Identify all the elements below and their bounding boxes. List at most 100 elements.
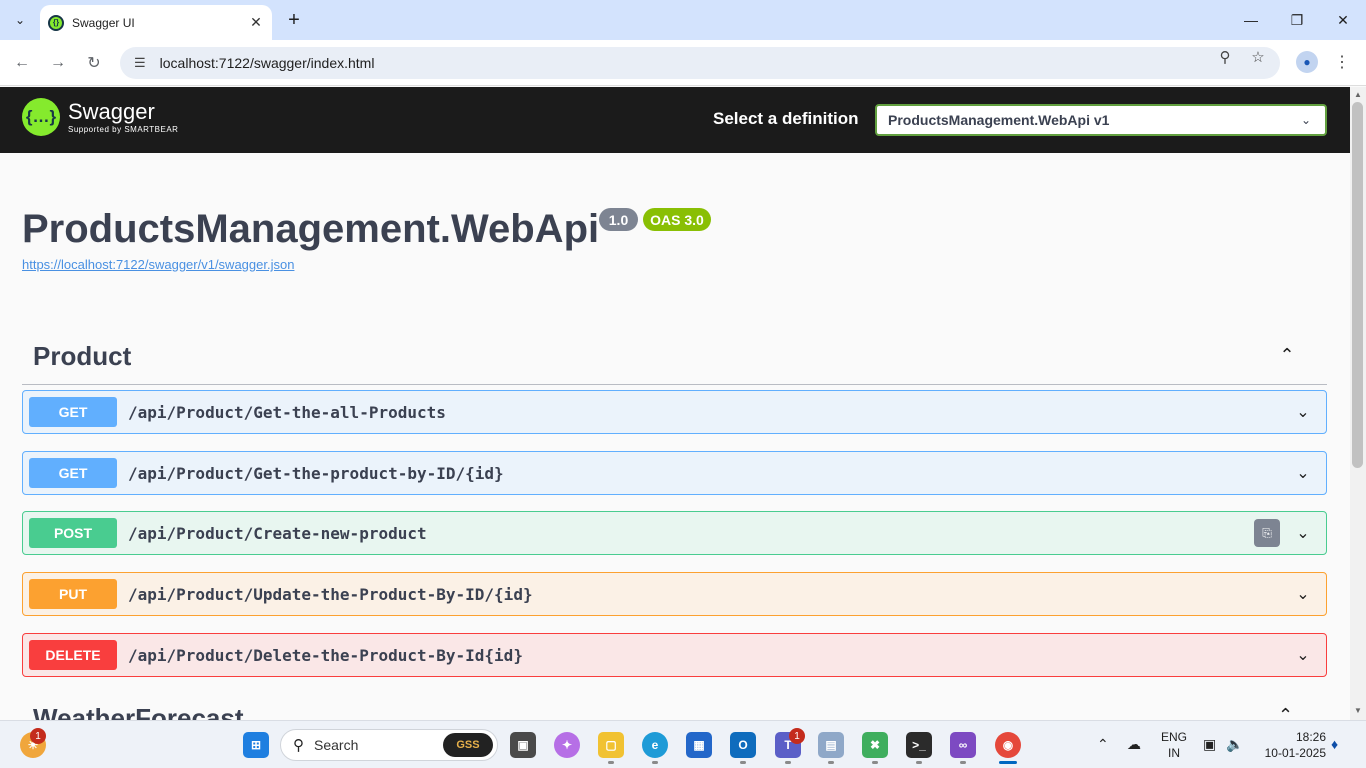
section-divider [22, 384, 1327, 385]
widgets-badge: 1 [30, 728, 46, 744]
taskbar-search[interactable]: ⚲ Search GSS [280, 729, 498, 761]
chevron-down-icon[interactable]: ⌄ [1288, 458, 1318, 488]
swagger-topbar: {…} Swagger Supported by SMARTBEAR Selec… [0, 87, 1350, 153]
file-explorer-icon[interactable]: ▢ [598, 732, 624, 758]
running-indicator [652, 761, 658, 764]
clock-time[interactable]: 18:26 [1258, 730, 1326, 744]
teams-badge: 1 [789, 728, 805, 744]
operation-update-product[interactable]: PUT /api/Product/Update-the-Product-By-I… [22, 572, 1327, 616]
method-badge: GET [29, 397, 117, 427]
method-badge: GET [29, 458, 117, 488]
operation-delete-product[interactable]: DELETE /api/Product/Delete-the-Product-B… [22, 633, 1327, 677]
input-region[interactable]: IN [1160, 746, 1188, 760]
microsoft-store-icon[interactable]: ▦ [686, 732, 712, 758]
method-badge: POST [29, 518, 117, 548]
windows-start-icon[interactable]: ⊞ [243, 732, 269, 758]
running-indicator [785, 761, 791, 764]
show-hidden-icons-chevron-icon[interactable]: ⌃ [1097, 736, 1109, 753]
swagger-logo-icon: {…} [22, 98, 60, 136]
back-button[interactable]: ← [10, 51, 34, 75]
chevron-down-icon: ⌄ [1300, 113, 1311, 127]
visual-studio-icon[interactable]: ∞ [950, 732, 976, 758]
browser-tab-strip: ⌄ {} Swagger UI ✕ + — ❐ ✕ [0, 0, 1366, 40]
api-title: ProductsManagement.WebApi [22, 207, 600, 251]
method-badge: PUT [29, 579, 117, 609]
running-indicator [828, 761, 834, 764]
operation-get-all-products[interactable]: GET /api/Product/Get-the-all-Products ⌄ [22, 390, 1327, 434]
chevron-up-icon[interactable]: ⌃ [1278, 705, 1293, 720]
browser-tab[interactable]: {} Swagger UI ✕ [40, 5, 272, 40]
input-language[interactable]: ENG [1160, 730, 1188, 744]
task-view-icon[interactable]: ▣ [510, 732, 536, 758]
spec-url-link[interactable]: https://localhost:7122/swagger/v1/swagge… [22, 257, 294, 272]
bookmark-star-icon[interactable]: ☆ [1248, 47, 1268, 67]
operation-path: /api/Product/Create-new-product [128, 523, 427, 543]
definition-select[interactable]: ProductsManagement.WebApi v1 ⌄ [875, 104, 1327, 136]
swagger-favicon-icon: {} [48, 14, 64, 31]
active-app-indicator [999, 761, 1017, 764]
notification-bell-icon[interactable]: ♦ [1331, 736, 1338, 752]
running-indicator [916, 761, 922, 764]
method-badge: DELETE [29, 640, 117, 670]
snipping-tool-icon[interactable]: ✖ [862, 732, 888, 758]
address-bar[interactable]: ☰ localhost:7122/swagger/index.html [120, 47, 1280, 79]
section-title-product[interactable]: Product [33, 341, 131, 372]
tab-search-chevron-icon[interactable]: ⌄ [6, 6, 34, 34]
definition-label: Select a definition [713, 109, 859, 128]
swagger-logo[interactable]: {…} Swagger Supported by SMARTBEAR [22, 98, 178, 136]
chevron-up-icon[interactable]: ⌃ [1272, 343, 1302, 367]
running-indicator [872, 761, 878, 764]
terminal-icon[interactable]: >_ [906, 732, 932, 758]
version-badge: 1.0 [599, 208, 638, 231]
operation-path: /api/Product/Delete-the-Product-By-Id{id… [128, 645, 523, 665]
site-info-icon[interactable]: ☰ [134, 55, 146, 71]
edge-browser-icon[interactable]: e [642, 732, 668, 758]
operation-path: /api/Product/Get-the-all-Products [128, 402, 446, 422]
forward-button[interactable]: → [46, 51, 70, 75]
section-title-weatherforecast[interactable]: WeatherForecast [33, 703, 244, 720]
scrollbar-thumb[interactable] [1352, 102, 1363, 468]
chevron-down-icon[interactable]: ⌄ [1288, 397, 1318, 427]
chrome-icon[interactable]: ◉ [995, 732, 1021, 758]
search-highlight-badge: GSS [443, 733, 493, 757]
scroll-down-arrow-icon[interactable]: ▼ [1354, 706, 1362, 715]
tab-title: Swagger UI [72, 15, 135, 30]
scroll-up-arrow-icon[interactable]: ▲ [1354, 90, 1362, 99]
taskbar: ☀ 1 ⊞ ⚲ Search GSS ▣ ✦ ▢ e ▦ O T 1 ▤ ✖ >… [0, 720, 1366, 768]
network-icon[interactable]: ▣ [1203, 736, 1216, 753]
running-indicator [740, 761, 746, 764]
chevron-down-icon[interactable]: ⌄ [1288, 518, 1318, 548]
oas-badge: OAS 3.0 [643, 208, 711, 231]
cloud-sync-icon[interactable]: ☁ [1127, 736, 1141, 753]
chevron-down-icon[interactable]: ⌄ [1288, 640, 1318, 670]
definition-value: ProductsManagement.WebApi v1 [888, 112, 1110, 128]
chevron-down-icon[interactable]: ⌄ [1288, 579, 1318, 609]
clock-date[interactable]: 10-01-2025 [1258, 746, 1326, 760]
swagger-page: {…} Swagger Supported by SMARTBEAR Selec… [0, 87, 1350, 720]
tab-close-icon[interactable]: ✕ [246, 13, 266, 33]
url-text: localhost:7122/swagger/index.html [159, 55, 375, 71]
restore-button[interactable]: ❐ [1274, 0, 1320, 40]
logo-subtext: Supported by SMARTBEAR [68, 124, 179, 134]
search-placeholder: Search [314, 737, 359, 753]
reload-button[interactable]: ↻ [82, 51, 106, 75]
running-indicator [608, 761, 614, 764]
operation-path: /api/Product/Get-the-product-by-ID/{id} [128, 463, 504, 483]
zoom-icon[interactable]: ⚲ [1215, 47, 1235, 67]
operation-create-product[interactable]: POST /api/Product/Create-new-product ⎘ ⌄ [22, 511, 1327, 555]
logo-text: Swagger [68, 98, 155, 124]
outlook-icon[interactable]: O [730, 732, 756, 758]
close-window-button[interactable]: ✕ [1320, 0, 1366, 40]
running-indicator [960, 761, 966, 764]
search-icon: ⚲ [293, 737, 304, 754]
operation-path: /api/Product/Update-the-Product-By-ID/{i… [128, 584, 533, 604]
operation-get-product-by-id[interactable]: GET /api/Product/Get-the-product-by-ID/{… [22, 451, 1327, 495]
minimize-button[interactable]: — [1228, 0, 1274, 40]
volume-icon[interactable]: 🔈 [1226, 736, 1243, 753]
copy-to-clipboard-icon[interactable]: ⎘ [1254, 519, 1280, 547]
new-tab-button[interactable]: + [282, 8, 306, 32]
document-viewer-icon[interactable]: ▤ [818, 732, 844, 758]
copilot-icon[interactable]: ✦ [554, 732, 580, 758]
browser-menu-icon[interactable]: ⋮ [1334, 52, 1350, 72]
profile-avatar-icon[interactable]: ● [1296, 51, 1318, 73]
